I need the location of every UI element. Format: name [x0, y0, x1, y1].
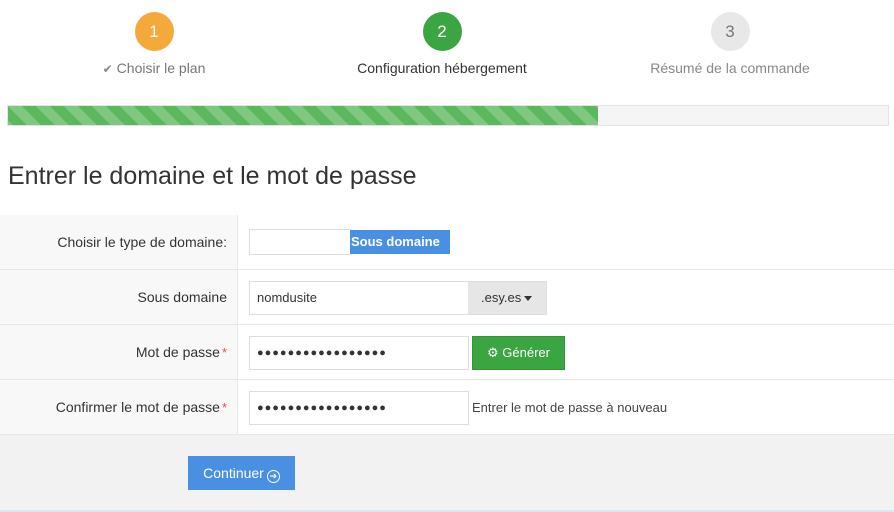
- confirm-password-hint: Entrer le mot de passe à nouveau: [472, 400, 668, 415]
- form-row-domain-type: Choisir le type de domaine: Sous domaine: [0, 215, 894, 270]
- form-row-confirm-password: Confirmer le mot de passe * ●●●●●●●●●●●●●…: [0, 380, 894, 435]
- password-label: Mot de passe *: [0, 325, 238, 379]
- chevron-down-icon: [524, 296, 533, 302]
- gear-icon: ⚙: [487, 345, 499, 360]
- generate-button-label: Générer: [502, 345, 550, 360]
- subdomain-label: Sous domaine: [0, 270, 238, 324]
- step-hosting-config: 2 Configuration hébergement: [292, 12, 592, 77]
- domain-suffix-dropdown[interactable]: .esy.es: [468, 281, 547, 315]
- step-number-1: 1: [134, 12, 174, 51]
- continue-button[interactable]: Continuer ➔: [188, 456, 295, 490]
- progress-fill: [8, 106, 598, 125]
- progress-bar: [7, 105, 889, 126]
- form-footer: Continuer ➔: [0, 435, 894, 512]
- step-label-2: Configuration hébergement: [357, 60, 527, 76]
- domain-type-option-box[interactable]: [249, 229, 351, 255]
- required-marker: *: [221, 345, 227, 360]
- password-label-text: Mot de passe: [135, 344, 220, 360]
- step-order-summary: 3 Résumé de la commande: [580, 12, 880, 77]
- arrow-right-circle-icon: ➔: [266, 470, 280, 483]
- step-number-2: 2: [422, 12, 462, 51]
- step-label-3: Résumé de la commande: [650, 60, 810, 76]
- step-choose-plan[interactable]: 1 ✔ Choisir le plan: [4, 12, 304, 78]
- step-number-3: 3: [710, 12, 750, 51]
- subdomain-input[interactable]: nomdusite: [249, 281, 469, 315]
- page-title: Entrer le domaine et le mot de passe: [8, 162, 417, 190]
- form-row-password: Mot de passe * ●●●●●●●●●●●●●●●●● ⚙ Génére…: [0, 325, 894, 380]
- confirm-password-label: Confirmer le mot de passe *: [0, 380, 238, 434]
- hosting-form: Choisir le type de domaine: Sous domaine…: [0, 215, 894, 435]
- step-label-text-1: Choisir le plan: [116, 60, 206, 76]
- continue-button-label: Continuer: [203, 465, 264, 481]
- generate-password-button[interactable]: ⚙ Générer: [472, 336, 565, 370]
- domain-type-label: Choisir le type de domaine:: [0, 215, 238, 269]
- form-row-subdomain: Sous domaine nomdusite .esy.es: [0, 270, 894, 325]
- password-input[interactable]: ●●●●●●●●●●●●●●●●●: [249, 336, 469, 370]
- domain-type-selected[interactable]: Sous domaine: [350, 230, 450, 254]
- check-icon: ✔: [102, 62, 113, 76]
- stepper: 1 ✔ Choisir le plan 2 Configuration héber…: [0, 0, 894, 100]
- domain-suffix-value: .esy.es: [481, 290, 522, 305]
- confirm-password-input[interactable]: ●●●●●●●●●●●●●●●●●: [249, 391, 469, 425]
- required-marker: *: [221, 400, 227, 415]
- step-label-1: ✔ Choisir le plan: [4, 59, 304, 78]
- confirm-password-label-text: Confirmer le mot de passe: [55, 399, 220, 415]
